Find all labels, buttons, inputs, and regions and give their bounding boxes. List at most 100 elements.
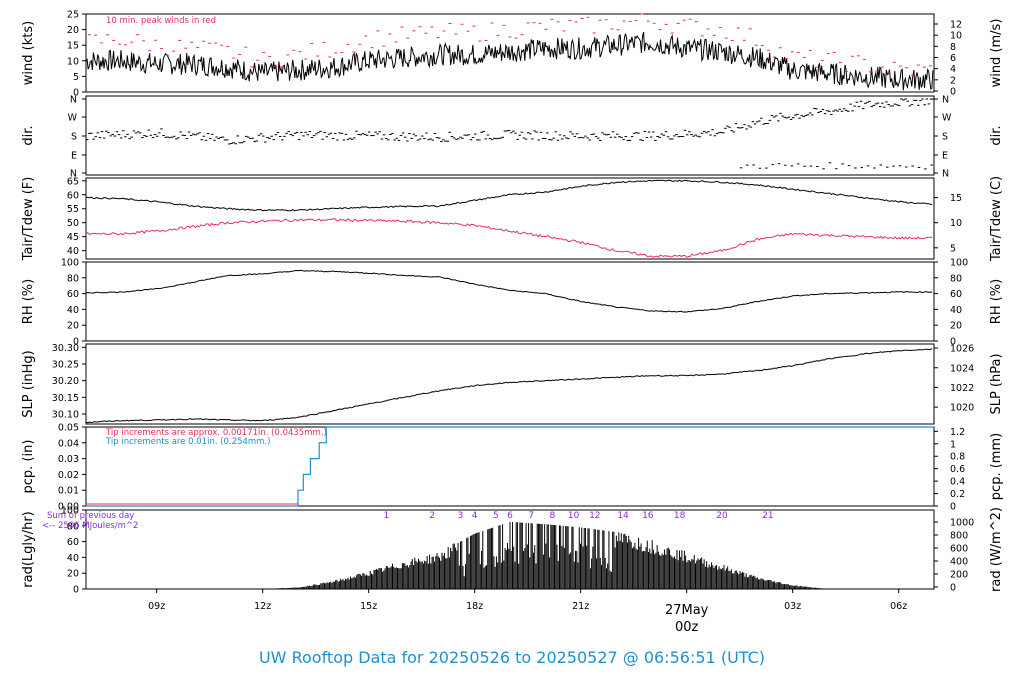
left-tick-label: 40 [67, 553, 79, 564]
y-axis-label-right: rad (W/m^2) [989, 507, 1004, 592]
panel-frame-2 [85, 177, 935, 260]
left-tick-label: 30.10 [52, 410, 79, 421]
left-tick-label: 0.05 [58, 423, 79, 434]
wind-line [85, 31, 934, 91]
y-axis-label: Tair/Tdew (F) [21, 177, 36, 262]
y-axis-label: SLP (inHg) [21, 350, 36, 418]
right-tick-label: 80 [950, 273, 962, 284]
right-tick-label: 4 [950, 64, 956, 75]
right-tick-label: 800 [950, 531, 968, 542]
right-tick-label: 600 [950, 544, 968, 555]
y-axis-label: dir. [21, 125, 36, 145]
weather-figure: 0510152025024681012wind (kts) wind (m/s)1… [21, 10, 1004, 636]
right-tick-label: E [942, 151, 948, 162]
left-tick-label: 30.15 [52, 393, 79, 404]
day-label: 27May [665, 603, 709, 618]
day-time-label: 00z [675, 620, 699, 635]
right-tick-label: 200 [950, 570, 968, 581]
time-tick-label: 03z [784, 601, 801, 612]
hour-label: 8 [550, 511, 556, 521]
time-tick-label: 21z [572, 601, 589, 612]
right-tick-label: 1020 [950, 403, 974, 414]
y-axis-label: pcp. (in) [21, 440, 36, 494]
left-tick-label: 30.25 [52, 360, 79, 371]
right-tick-label: 5 [950, 243, 956, 254]
tdew-line [85, 218, 933, 258]
left-tick-label: W [68, 113, 78, 124]
hour-label: 18 [674, 511, 686, 521]
right-tick-label: 400 [950, 557, 968, 568]
panel-frame-1 [85, 95, 935, 176]
left-tick-label: 0.01 [58, 486, 79, 497]
rad-note-sum: Sum of previous day [47, 511, 134, 521]
right-tick-label: 20 [950, 321, 962, 332]
left-tick-label: 5 [73, 72, 79, 83]
left-tick-label: 60 [67, 190, 79, 201]
y-axis-label-right: wind (m/s) [989, 19, 1004, 88]
y-axis-label-right: dir. [989, 125, 1004, 145]
left-tick-label: 30.30 [52, 343, 79, 354]
left-tick-label: 0.02 [58, 470, 79, 481]
hour-label: 7 [528, 511, 534, 521]
left-tick-label: 25 [67, 10, 79, 21]
time-tick-label: 09z [148, 601, 165, 612]
left-tick-label: 0 [73, 585, 79, 596]
left-tick-label: 50 [67, 218, 79, 229]
right-tick-label: 0.8 [950, 452, 965, 463]
hour-label: 1 [383, 511, 389, 521]
hour-label: 21 [762, 511, 773, 521]
rad-note-total: <-- 2506 MJoules/m^2 [42, 521, 138, 531]
peak-wind-note: 10 min. peak winds in red [106, 16, 216, 26]
right-tick-label: 1026 [950, 344, 974, 355]
right-tick-label: 1.2 [950, 427, 965, 438]
pcp-note-increment: Tip increments are 0.01in. (0.254mm.) [105, 437, 270, 447]
right-tick-label: 10 [950, 218, 962, 229]
hour-label: 16 [642, 511, 654, 521]
right-tick-label: 0.4 [950, 477, 965, 488]
right-tick-label: 100 [950, 258, 968, 269]
time-tick-label: 06z [890, 601, 907, 612]
hour-label: 4 [472, 511, 478, 521]
y-axis-label-right: pcp. (mm) [989, 433, 1004, 500]
right-tick-label: 15 [950, 193, 962, 204]
y-axis-label: rad(Lgly/hr) [21, 511, 36, 587]
y-axis-label: wind (kts) [21, 21, 36, 85]
panel-frame-3 [85, 261, 935, 342]
left-tick-label: N [70, 95, 77, 106]
right-tick-label: 8 [950, 42, 956, 53]
right-tick-label: 40 [950, 305, 962, 316]
left-tick-label: 100 [61, 258, 79, 269]
left-tick-label: 15 [67, 41, 79, 52]
right-tick-label: 0.2 [950, 489, 965, 500]
time-tick-label: 15z [360, 601, 377, 612]
left-tick-label: 0.04 [58, 438, 79, 449]
hour-label: 12 [589, 511, 600, 521]
right-tick-label: 60 [950, 289, 962, 300]
left-tick-label: 40 [67, 246, 79, 257]
left-tick-label: 60 [67, 289, 79, 300]
left-tick-label: 20 [67, 321, 79, 332]
left-tick-label: E [71, 151, 77, 162]
hour-label: 14 [617, 511, 629, 521]
right-tick-label: S [942, 132, 948, 143]
y-axis-label-right: RH (%) [989, 279, 1004, 324]
left-tick-label: 20 [67, 569, 79, 580]
hour-label: 20 [716, 511, 728, 521]
left-tick-label: 40 [67, 305, 79, 316]
left-tick-label: 20 [67, 25, 79, 36]
y-axis-label-right: Tair/Tdew (C) [989, 176, 1004, 262]
right-tick-label: 0 [950, 87, 956, 98]
left-tick-label: 65 [67, 176, 79, 187]
left-tick-label: S [71, 132, 77, 143]
time-tick-label: 12z [254, 601, 271, 612]
left-tick-label: 30.20 [52, 376, 79, 387]
left-tick-label: 60 [67, 537, 79, 548]
left-tick-label: 10 [67, 56, 79, 67]
hour-label: 10 [568, 511, 580, 521]
left-tick-label: 45 [67, 232, 79, 243]
right-tick-label: 6 [950, 53, 956, 64]
right-tick-label: 0.6 [950, 464, 965, 475]
y-axis-label: RH (%) [21, 279, 36, 324]
left-tick-label: 55 [67, 204, 79, 215]
right-tick-label: 1022 [950, 383, 974, 394]
